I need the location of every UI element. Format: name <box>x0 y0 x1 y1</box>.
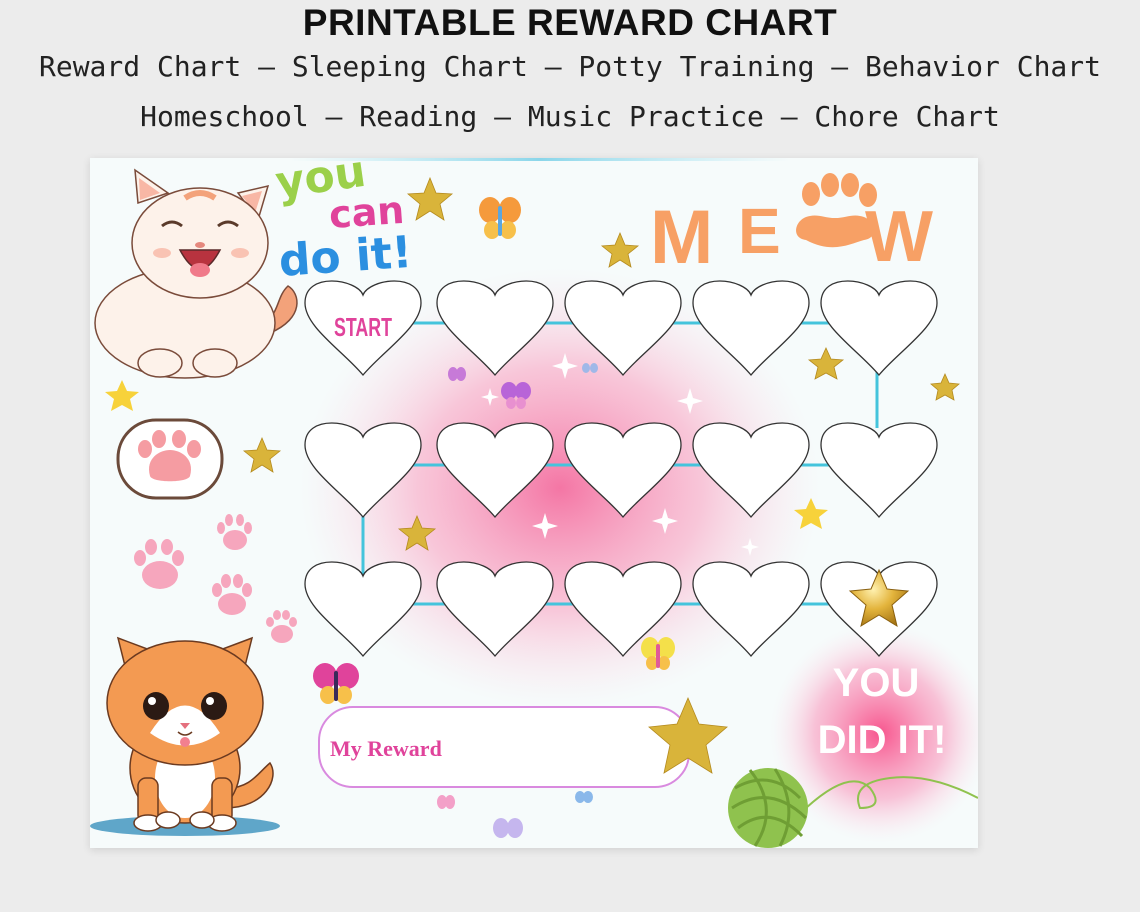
paw-prints-icon <box>134 514 297 643</box>
heart-step-10[interactable] <box>820 422 938 519</box>
finish-label-1: YOU <box>833 661 920 705</box>
svg-text:do it!: do it! <box>277 227 413 287</box>
meow-title: M E W <box>650 195 933 280</box>
svg-text:E: E <box>738 195 781 267</box>
orange-cat-illustration <box>90 636 280 836</box>
subtitle-line-1: Reward Chart – Sleeping Chart – Potty Tr… <box>38 50 1102 83</box>
heart-grid <box>304 280 938 658</box>
svg-text:W: W <box>865 197 933 277</box>
you-can-do-it: you can do it! <box>272 158 413 287</box>
reward-chart-sheet: START YOU DID IT! My Reward M E W you ca… <box>90 158 978 848</box>
paw-badge-icon <box>116 418 224 500</box>
reward-chart-artwork: START YOU DID IT! My Reward M E W you ca… <box>90 158 978 848</box>
start-label: START <box>334 312 392 342</box>
page-title: PRINTABLE REWARD CHART <box>302 2 838 43</box>
svg-text:M: M <box>650 195 713 280</box>
happy-cat-illustration <box>94 168 298 379</box>
subtitle-line-2: Homeschool – Reading – Music Practice – … <box>140 100 1000 133</box>
finish-label-2: DID IT! <box>818 718 947 762</box>
reward-label: My Reward <box>330 736 442 761</box>
